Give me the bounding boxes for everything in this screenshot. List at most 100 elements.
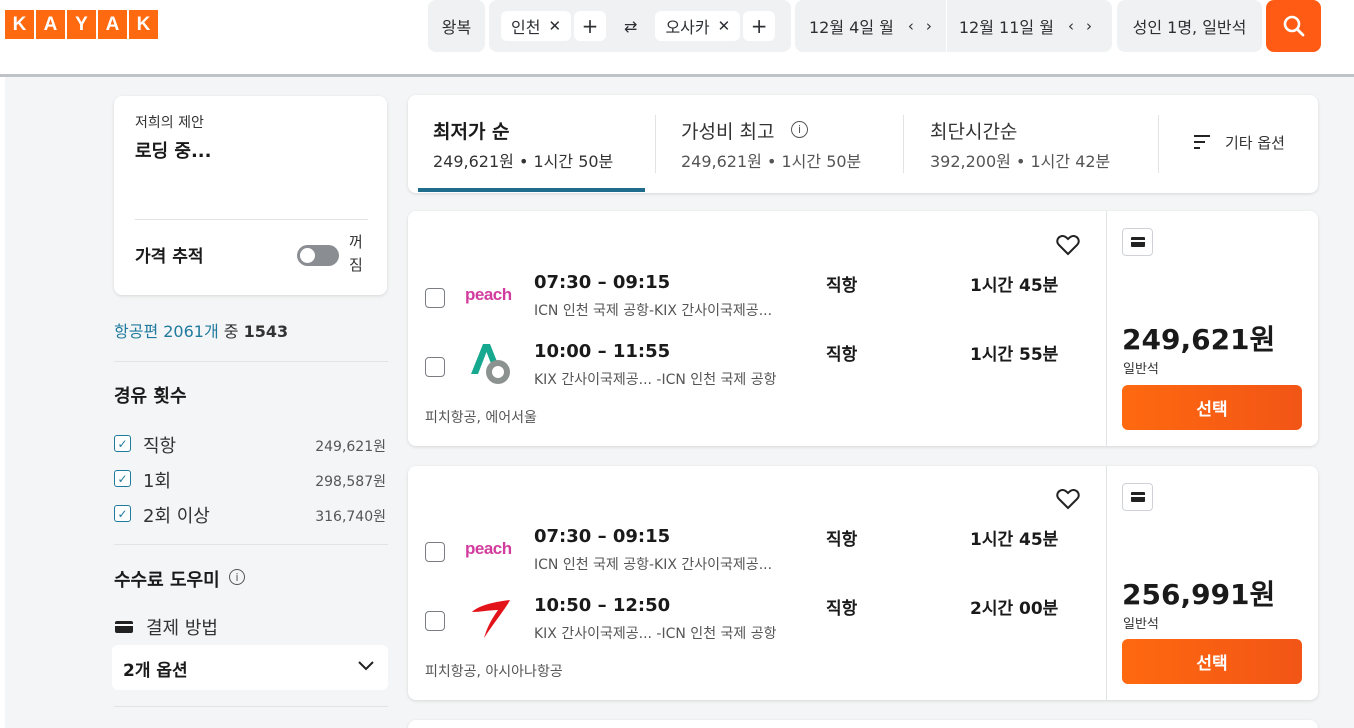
fare-type-icon[interactable]	[1122, 483, 1153, 511]
stop-option-price: 249,621원	[315, 439, 386, 455]
destination-chip[interactable]: 오사카 ✕	[655, 11, 741, 41]
result-count-mid: 중	[223, 322, 239, 341]
result-card[interactable]: peach 07:30 – 09:15 ICN 인천 국제 공항-KIX 간사이…	[408, 211, 1318, 446]
swap-icon[interactable]: ⇄	[624, 17, 637, 36]
trip-type-select[interactable]: 왕복	[428, 0, 485, 52]
sort-tabs: 최저가 순 249,621원 • 1시간 50분 가성비 최고 i 249,62…	[408, 95, 1318, 193]
date-selector: 12월 4일 월 ‹ › 12월 11일 월 ‹ ›	[795, 0, 1112, 52]
offer-title: 저희의 제안	[135, 115, 204, 131]
fee-assistant-title: 수수료 도우미	[114, 570, 220, 591]
tab-subtitle: 392,200원 • 1시간 42분	[930, 152, 1111, 171]
logo-letter: K	[129, 10, 158, 39]
info-icon[interactable]: i	[229, 569, 245, 585]
leg-checkbox[interactable]	[425, 542, 445, 562]
leg-stops: 직항	[826, 599, 858, 619]
logo-letter: K	[5, 10, 34, 39]
tab-label: 가성비 최고	[681, 121, 775, 143]
credit-card-icon	[115, 621, 133, 633]
leg-stops: 직항	[826, 530, 858, 550]
checkbox[interactable]: ✓	[114, 435, 131, 452]
offer-status: 로딩 중...	[135, 141, 212, 162]
depart-date[interactable]: 12월 4일 월	[809, 14, 894, 38]
tab-label: 최저가 순	[433, 121, 510, 143]
stop-option-price: 298,587원	[315, 474, 386, 490]
cabin-class: 일반석	[1123, 617, 1159, 632]
top-bar: K A Y A K 왕복 인천 ✕ + ⇄ 오사카 ✕ + 12월 4일 월 ‹…	[0, 0, 1354, 75]
route-selector: 인천 ✕ + ⇄ 오사카 ✕ +	[489, 0, 791, 52]
add-origin-button[interactable]: +	[574, 11, 607, 41]
heart-icon[interactable]	[1056, 488, 1080, 510]
stop-option-label: 직항	[143, 436, 177, 457]
result-count-link[interactable]: 항공편 2061개	[114, 322, 219, 341]
carrier-names: 피치항공, 에어서울	[425, 410, 537, 426]
travelers-label: 성인 1명, 일반석	[1132, 18, 1247, 37]
select-button[interactable]: 선택	[1122, 385, 1302, 430]
result-count: 항공편 2061개 중 1543	[114, 318, 288, 342]
origin-label: 인천	[511, 18, 541, 37]
search-icon	[1283, 15, 1304, 37]
origin-chip[interactable]: 인천 ✕	[501, 11, 572, 41]
offer-card: 저희의 제안 로딩 중... 가격 추적 꺼짐	[114, 96, 387, 295]
chevron-right-icon[interactable]: ›	[1086, 17, 1092, 35]
leg-route: ICN 인천 국제 공항-KIX 간사이국제공...	[534, 303, 773, 319]
kayak-logo[interactable]: K A Y A K	[5, 10, 158, 39]
fare-type-icon[interactable]	[1122, 228, 1153, 256]
tab-cheapest[interactable]: 최저가 순 249,621원 • 1시간 50분	[408, 95, 655, 193]
result-card[interactable]: peach 07:30 – 09:15 ICN 인천 국제 공항-KIX 간사이…	[408, 466, 1318, 700]
tab-quickest[interactable]: 최단시간순 392,200원 • 1시간 42분	[904, 95, 1158, 193]
leg-route: KIX 간사이국제공... -ICN 인천 국제 공항	[534, 626, 777, 642]
leg-checkbox[interactable]	[425, 288, 445, 308]
leg-time: 10:50 – 12:50	[534, 595, 671, 616]
asiana-logo	[472, 600, 510, 638]
stop-option-label: 1회	[143, 471, 172, 492]
select-button[interactable]: 선택	[1122, 639, 1302, 684]
logo-letter: Y	[67, 10, 96, 39]
result-count-value: 1543	[243, 322, 289, 341]
tab-label: 최단시간순	[930, 121, 1018, 143]
price-track-state: 꺼짐	[349, 233, 363, 274]
tab-best[interactable]: 가성비 최고 i 249,621원 • 1시간 50분	[656, 95, 903, 193]
return-date[interactable]: 12월 11일 월	[959, 14, 1054, 38]
checkbox[interactable]: ✓	[114, 470, 131, 487]
stop-option-label: 2회 이상	[143, 506, 210, 527]
logo-letter: A	[36, 10, 65, 39]
trip-type-label: 왕복	[441, 18, 472, 37]
leg-checkbox[interactable]	[425, 611, 445, 631]
result-card[interactable]	[408, 720, 1318, 728]
chevron-left-icon[interactable]: ‹	[908, 17, 914, 35]
more-sort-label: 기타 옵션	[1225, 134, 1285, 152]
carrier-names: 피치항공, 아시아나항공	[425, 664, 563, 680]
price-track-label: 가격 추적	[135, 247, 204, 267]
chevron-right-icon[interactable]: ›	[926, 17, 932, 35]
close-icon[interactable]: ✕	[548, 17, 561, 35]
search-button[interactable]	[1266, 0, 1321, 52]
stop-option-price: 316,740원	[315, 509, 386, 525]
leg-time: 07:30 – 09:15	[534, 526, 671, 547]
destination-label: 오사카	[665, 18, 710, 37]
close-icon[interactable]: ✕	[718, 17, 731, 35]
payment-method-value: 2개 옵션	[123, 661, 188, 681]
chevron-down-icon	[358, 661, 374, 671]
leg-checkbox[interactable]	[425, 357, 445, 377]
leg-time: 10:00 – 11:55	[534, 341, 671, 362]
leg-duration: 1시간 45분	[970, 276, 1059, 296]
cabin-class: 일반석	[1123, 362, 1159, 377]
plus-icon: +	[581, 14, 599, 38]
leg-duration: 1시간 55분	[970, 345, 1059, 365]
payment-method-select[interactable]: 2개 옵션	[112, 645, 388, 690]
checkbox[interactable]: ✓	[114, 505, 131, 522]
payment-method-label: 결제 방법	[146, 618, 218, 639]
active-tab-indicator	[418, 188, 645, 192]
leg-time: 07:30 – 09:15	[534, 272, 671, 293]
travelers-select[interactable]: 성인 1명, 일반석	[1117, 0, 1262, 52]
price-track-toggle[interactable]	[297, 245, 339, 266]
price: 249,621원	[1122, 323, 1276, 356]
price: 256,991원	[1122, 578, 1276, 611]
more-sort-options[interactable]: 기타 옵션	[1159, 95, 1318, 193]
tab-subtitle: 249,621원 • 1시간 50분	[433, 152, 614, 171]
chevron-left-icon[interactable]: ‹	[1068, 17, 1074, 35]
add-destination-button[interactable]: +	[743, 11, 776, 41]
heart-icon[interactable]	[1056, 234, 1080, 256]
leg-duration: 2시간 00분	[970, 599, 1059, 619]
info-icon[interactable]: i	[791, 121, 808, 138]
